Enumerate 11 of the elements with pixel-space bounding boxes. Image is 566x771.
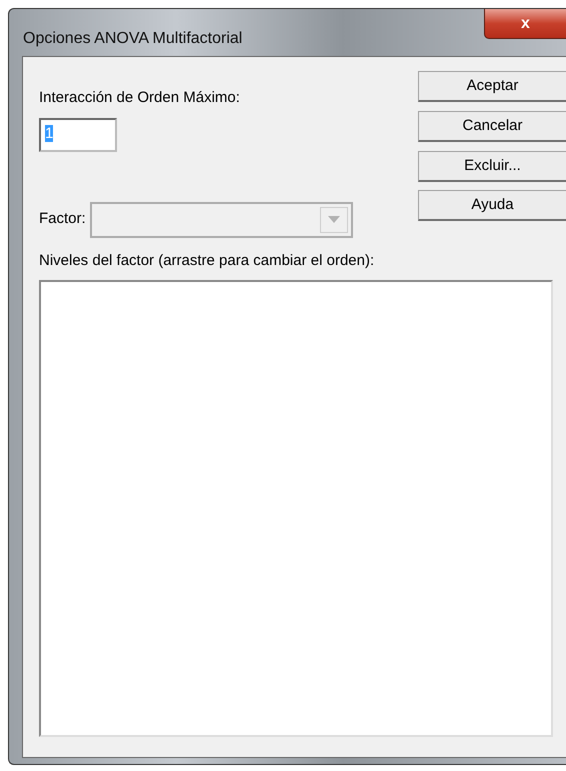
window-title: Opciones ANOVA Multifactorial: [23, 29, 242, 49]
dialog-button[interactable]: Ayuda: [418, 190, 566, 221]
dialog-button[interactable]: Cancelar: [418, 111, 566, 142]
field-label: Interacción de Orden Máximo:: [39, 88, 241, 108]
field-label: Factor:: [39, 209, 86, 230]
close-button[interactable]: x: [484, 9, 566, 39]
field-label: Niveles del factor (arrastre para cambiar el orden):: [39, 250, 374, 270]
levels-listbox[interactable]: [39, 280, 553, 737]
dialog-button[interactable]: Aceptar: [418, 71, 566, 102]
dialog-button[interactable]: Excluir...: [418, 151, 566, 182]
dropdown-arrow-icon: [328, 216, 340, 223]
